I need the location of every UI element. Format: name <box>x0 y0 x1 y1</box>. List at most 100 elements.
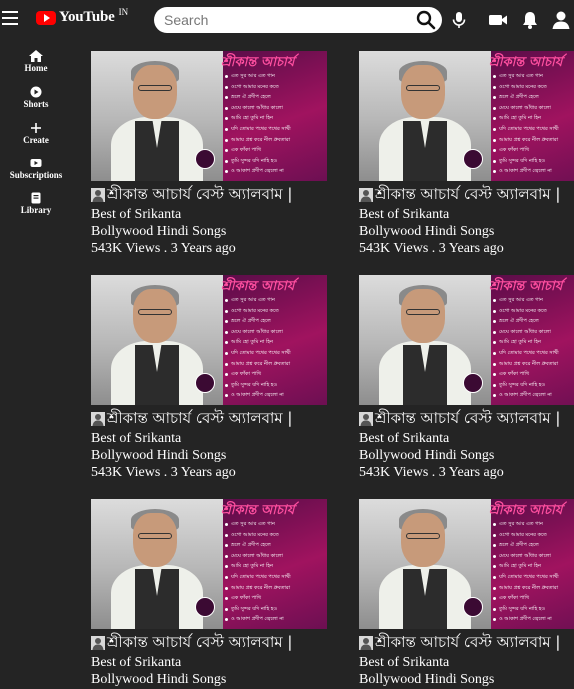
thumbnail-song-line: ভ্রলে ঐ প্রদীপ হেলে <box>225 94 271 101</box>
video-title[interactable]: শ্রীকান্ত আচার্য বেস্ট অ্যালবাম | <box>375 633 574 651</box>
channel-avatar-icon[interactable] <box>91 188 105 202</box>
thumbnail-song-line: এত সুর আর এত গান <box>493 297 543 303</box>
thumbnail-title: শ্রীকান্ত আচার্য <box>489 279 563 294</box>
video-title[interactable]: শ্রীকান্ত আচার্য বেস্ট অ্যালবাম | <box>107 633 329 651</box>
channel-badge-icon <box>463 373 483 393</box>
video-subtitle[interactable]: Bollywood Hindi Songs <box>91 671 226 688</box>
thumbnail-song-line: আমি হো তুমি না হিন <box>225 339 273 346</box>
video-subtitle[interactable]: Bollywood Hindi Songs <box>359 223 494 240</box>
video-thumbnail[interactable]: শ্রীকান্ত আচার্য এত সুর আর এত গান ওগো আমা… <box>359 275 574 405</box>
sidebar-item-library[interactable]: Library <box>0 192 72 215</box>
thumbnail-title: শ্রীকান্ত আচার্য <box>221 55 295 70</box>
sidebar-item-label: Subscriptions <box>9 170 63 180</box>
sidebar-item-home[interactable]: Home <box>0 50 72 73</box>
thumbnail-song-line: তুমি সুন্দর যদি নাহি হও <box>492 605 546 612</box>
create-icon <box>31 123 41 133</box>
video-title[interactable]: শ্রীকান্ত আচার্য বেস্ট অ্যালবাম | <box>375 409 574 427</box>
thumbnail-song-line: এত সুর আর এত গান <box>493 73 543 79</box>
thumbnail-song-line: তুমি সুন্দর যদি নাহি হও <box>492 157 546 164</box>
thumbnail-song-line: এত সুর আর এত গান <box>225 521 275 527</box>
microphone-icon[interactable] <box>449 10 469 30</box>
channel-avatar-icon[interactable] <box>359 412 373 426</box>
thumbnail-song-line: এক ফাঁকা পাখি <box>224 595 262 602</box>
thumbnail-song-line: তুমি সুন্দর যদি নাহি হও <box>224 381 278 388</box>
thumbnail-title: শ্রীকান্ত আচার্য <box>221 279 295 294</box>
sidebar-item-label: Library <box>20 205 52 215</box>
thumbnail-song-line: ও আকাশ প্রদীপ জ্বেলো না <box>493 168 552 175</box>
thumbnail-song-line: এত সুর আর এত গান <box>225 73 275 79</box>
thumbnail-song-line: আমায় প্রশ্ন করে নীল ধ্রুবতারা <box>224 360 291 367</box>
video-subtitle[interactable]: Best of Srikanta <box>359 430 449 447</box>
video-subtitle[interactable]: Bollywood Hindi Songs <box>91 447 226 464</box>
thumbnail-song-line: ও আকাশ প্রদীপ জ্বেলো না <box>225 168 284 175</box>
youtube-logo[interactable]: YouTube IN <box>36 7 128 26</box>
thumbnail-song-line: ওগো আমার মনের কতে <box>225 83 279 90</box>
thumbnail-song-line: এক ফাঁকা পাখি <box>492 371 530 378</box>
hamburger-menu-icon[interactable] <box>2 11 18 25</box>
channel-avatar-icon[interactable] <box>359 188 373 202</box>
sidebar-item-label: Home <box>24 63 48 73</box>
thumbnail-song-line: আমায় প্রশ্ন করে নীল ধ্রুবতারা <box>492 584 559 591</box>
channel-avatar-icon[interactable] <box>359 636 373 650</box>
video-subtitle[interactable]: Best of Srikanta <box>359 206 449 223</box>
thumbnail-song-line: এক ফাঁকা পাখি <box>492 595 530 602</box>
thumbnail-song-line: আমায় প্রশ্ন করে নীল ধ্রুবতারা <box>224 584 291 591</box>
thumbnail-song-line: আমায় প্রশ্ন করে নীল ধ্রুবতারা <box>492 136 559 143</box>
video-subtitle[interactable]: Best of Srikanta <box>91 206 181 223</box>
thumbnail-song-line: ওগো আমার মনের কতে <box>225 531 279 538</box>
sidebar-item-subscriptions[interactable]: Subscriptions <box>0 157 72 180</box>
video-meta: 543K Views . 3 Years ago <box>91 465 236 480</box>
video-meta: 543K Views . 3 Years ago <box>91 241 236 256</box>
video-meta: 543K Views . 3 Years ago <box>359 241 504 256</box>
thumbnail-song-line: এক ফাঁকা পাখি <box>224 147 262 154</box>
thumbnail-song-line: তুমি সুন্দর যদি নাহি হও <box>224 605 278 612</box>
thumbnail-title: শ্রীকান্ত আচার্য <box>489 503 563 518</box>
video-thumbnail[interactable]: শ্রীকান্ত আচার্য এত সুর আর এত গান ওগো আমা… <box>359 499 574 629</box>
thumbnail-song-line: ভ্রলে ঐ প্রদীপ হেলে <box>225 542 271 549</box>
video-subtitle[interactable]: Best of Srikanta <box>91 430 181 447</box>
thumbnail-song-line: যদি তোমার পথের পথের সাথী <box>225 574 291 580</box>
video-title[interactable]: শ্রীকান্ত আচার্য বেস্ট অ্যালবাম | <box>375 185 574 203</box>
video-thumbnail[interactable]: শ্রীকান্ত আচার্য এত সুর আর এত গান ওগো আমা… <box>91 499 327 629</box>
thumbnail-song-line: ভ্রলে ঐ প্রদীপ হেলে <box>493 94 539 101</box>
thumbnail-song-line: তুমি সুন্দর যদি নাহি হও <box>492 381 546 388</box>
thumbnail-song-line: মেঘে কালো আঁধার কালো <box>225 104 283 111</box>
search-icon[interactable] <box>416 10 436 30</box>
notifications-bell-icon[interactable] <box>520 10 540 30</box>
channel-badge-icon <box>195 597 215 617</box>
video-subtitle[interactable]: Bollywood Hindi Songs <box>359 447 494 464</box>
logo-text: YouTube <box>59 9 115 25</box>
account-avatar-icon[interactable] <box>551 10 571 30</box>
channel-avatar-icon[interactable] <box>91 412 105 426</box>
channel-badge-icon <box>463 597 483 617</box>
video-subtitle[interactable]: Best of Srikanta <box>359 654 449 671</box>
thumbnail-song-line: যদি তোমার পথের পথের সাথী <box>493 126 559 132</box>
create-video-icon[interactable] <box>488 10 508 30</box>
thumbnail-song-line: ভ্রলে ঐ প্রদীপ হেলে <box>493 318 539 325</box>
thumbnail-song-line: ওগো আমার মনের কতে <box>493 531 547 538</box>
video-subtitle[interactable]: Bollywood Hindi Songs <box>91 223 226 240</box>
youtube-play-icon <box>36 10 56 25</box>
video-thumbnail[interactable]: শ্রীকান্ত আচার্য এত সুর আর এত গান ওগো আমা… <box>91 51 327 181</box>
sidebar-item-create[interactable]: Create <box>0 122 72 145</box>
video-meta: 543K Views . 3 Years ago <box>359 465 504 480</box>
search-bar <box>154 7 442 33</box>
thumbnail-song-line: যদি তোমার পথের পথের সাথী <box>493 350 559 356</box>
library-icon <box>31 192 41 204</box>
video-subtitle[interactable]: Bollywood Hindi Songs <box>359 671 494 688</box>
thumbnail-song-line: ভ্রলে ঐ প্রদীপ হেলে <box>493 542 539 549</box>
search-input[interactable] <box>164 10 414 30</box>
thumbnail-song-line: এত সুর আর এত গান <box>493 521 543 527</box>
channel-badge-icon <box>463 149 483 169</box>
video-thumbnail[interactable]: শ্রীকান্ত আচার্য এত সুর আর এত গান ওগো আমা… <box>91 275 327 405</box>
thumbnail-song-line: আমি হো তুমি না হিন <box>493 339 541 346</box>
video-title[interactable]: শ্রীকান্ত আচার্য বেস্ট অ্যালবাম | <box>107 409 329 427</box>
sidebar-item-shorts[interactable]: Shorts <box>0 86 72 109</box>
video-subtitle[interactable]: Best of Srikanta <box>91 654 181 671</box>
thumbnail-song-line: ওগো আমার মনের কতে <box>493 83 547 90</box>
channel-avatar-icon[interactable] <box>91 636 105 650</box>
video-title[interactable]: শ্রীকান্ত আচার্য বেস্ট অ্যালবাম | <box>107 185 329 203</box>
top-header: YouTube IN <box>0 0 574 40</box>
video-thumbnail[interactable]: শ্রীকান্ত আচার্য এত সুর আর এত গান ওগো আমা… <box>359 51 574 181</box>
thumbnail-song-line: ওগো আমার মনের কতে <box>225 307 279 314</box>
